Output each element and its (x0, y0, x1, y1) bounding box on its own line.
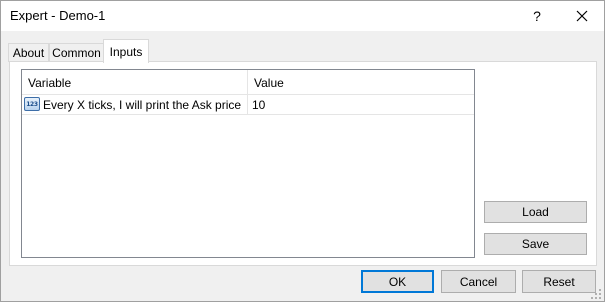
tab-about[interactable]: About (8, 43, 49, 62)
column-header-variable[interactable]: Variable (22, 70, 247, 95)
close-button[interactable] (561, 1, 603, 31)
dialog-window: Expert - Demo-1 ? About Common Inputs Va… (0, 0, 605, 302)
resize-grip-icon[interactable] (590, 288, 602, 300)
tab-inputs[interactable]: Inputs (103, 39, 149, 63)
reset-button[interactable]: Reset (522, 270, 596, 293)
row-divider (22, 114, 474, 115)
variable-cell[interactable]: Every X ticks, I will print the Ask pric… (43, 95, 241, 114)
help-button[interactable]: ? (521, 1, 553, 31)
tab-common[interactable]: Common (49, 43, 104, 62)
inputs-list[interactable]: Variable Value 123 Every X ticks, I will… (21, 69, 475, 258)
cell-divider (247, 95, 248, 114)
ok-button[interactable]: OK (361, 270, 434, 293)
integer-icon: 123 (24, 97, 40, 111)
value-cell[interactable]: 10 (252, 95, 265, 114)
column-header-value[interactable]: Value (248, 70, 474, 95)
save-button[interactable]: Save (484, 233, 587, 255)
close-icon (576, 10, 588, 22)
cancel-button[interactable]: Cancel (441, 270, 516, 293)
table-row[interactable]: 123 Every X ticks, I will print the Ask … (22, 95, 474, 114)
title-bar: Expert - Demo-1 ? (1, 1, 604, 31)
load-button[interactable]: Load (484, 201, 587, 223)
window-title: Expert - Demo-1 (10, 8, 106, 23)
